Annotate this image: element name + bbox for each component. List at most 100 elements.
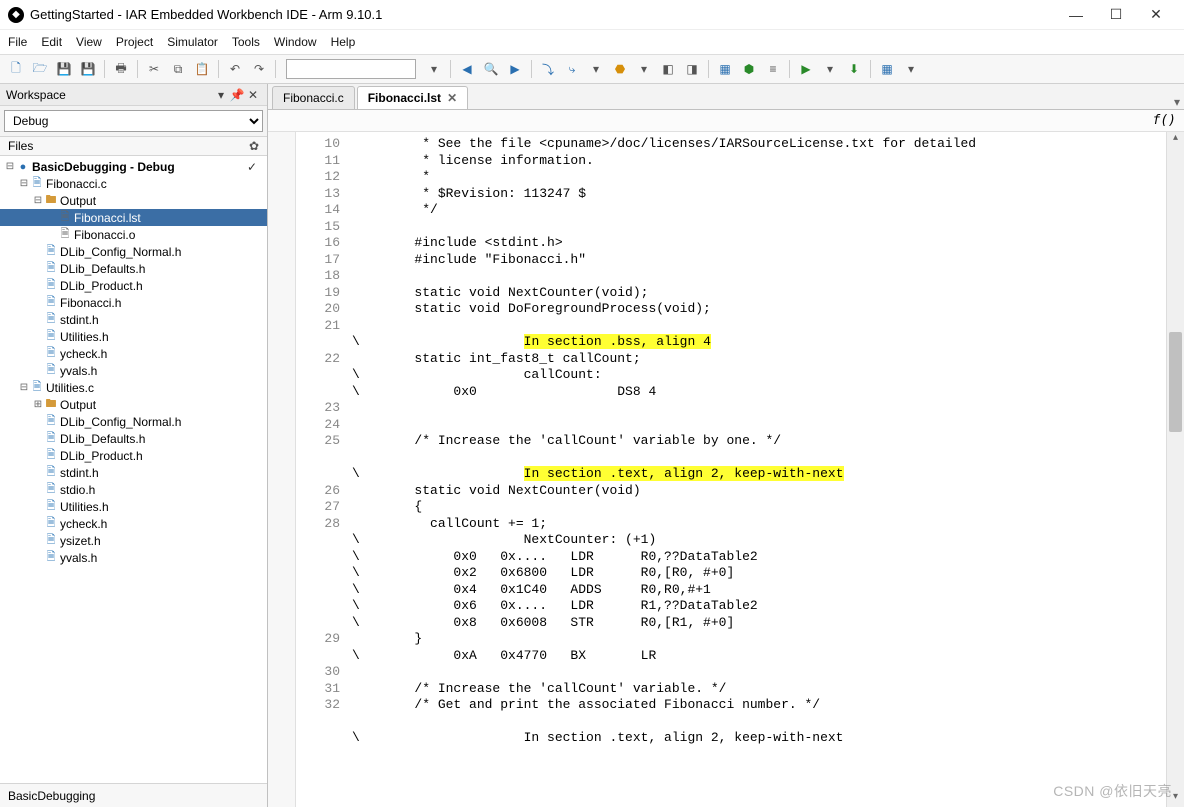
menu-project[interactable]: Project — [116, 35, 153, 49]
search-combo[interactable] — [286, 59, 416, 79]
tree-row[interactable]: ⊟🖿Output — [0, 192, 267, 209]
function-list-icon[interactable]: f() — [1153, 113, 1184, 128]
code-wrap: 10 * See the file <cpuname>/doc/licenses… — [268, 132, 1184, 807]
step-into-icon[interactable]: ⤵ — [538, 59, 558, 79]
paste-icon[interactable]: 📋 — [192, 59, 212, 79]
tree-row[interactable]: ⊟🗎Fibonacci.c — [0, 175, 267, 192]
tree-row[interactable]: 🗎stdint.h — [0, 311, 267, 328]
tree-label: DLib_Product.h — [60, 449, 143, 463]
save-icon[interactable]: 💾 — [54, 59, 74, 79]
download-icon[interactable]: ⬇ — [844, 59, 864, 79]
scroll-down-icon[interactable]: ▾ — [1167, 791, 1184, 807]
save-all-icon[interactable]: 💾 — [78, 59, 98, 79]
breakpoint-gutter[interactable] — [268, 132, 296, 807]
tree-row[interactable]: ⊟🗎Utilities.c — [0, 379, 267, 396]
tree-row[interactable]: 🗎DLib_Product.h — [0, 277, 267, 294]
gear-icon[interactable]: ✿ — [249, 139, 259, 153]
run-icon[interactable]: ▶ — [796, 59, 816, 79]
chevron-down-icon[interactable]: ▾ — [820, 59, 840, 79]
tree-row[interactable]: 🗎yvals.h — [0, 549, 267, 566]
tree-row[interactable]: 🗎DLib_Config_Normal.h — [0, 243, 267, 260]
build-icon[interactable]: ▦ — [715, 59, 735, 79]
menu-help[interactable]: Help — [331, 35, 356, 49]
maximize-button[interactable]: ☐ — [1096, 6, 1136, 23]
dropdown-icon[interactable]: ▾ — [213, 88, 229, 102]
workspace-footer-tab[interactable]: BasicDebugging — [0, 783, 267, 807]
step-over-icon[interactable]: ⤷ — [562, 59, 582, 79]
panel-icon[interactable]: ◧ — [658, 59, 678, 79]
menu-window[interactable]: Window — [274, 35, 317, 49]
open-file-icon[interactable]: 🗁 — [30, 59, 50, 79]
tree-row[interactable]: 🗎stdio.h — [0, 481, 267, 498]
panel-icon[interactable]: ◨ — [682, 59, 702, 79]
tree-row[interactable]: 🗎DLib_Product.h — [0, 447, 267, 464]
menubar: File Edit View Project Simulator Tools Window H… — [0, 30, 1184, 54]
editor-tab[interactable]: Fibonacci.c — [272, 86, 355, 109]
tree-row[interactable]: 🗎ysizet.h — [0, 532, 267, 549]
chevron-down-icon[interactable]: ▾ — [901, 59, 921, 79]
cut-icon[interactable]: ✂ — [144, 59, 164, 79]
tree-row[interactable]: 🗎DLib_Config_Normal.h — [0, 413, 267, 430]
file-tree[interactable]: ⊟●BasicDebugging - Debug✓⊟🗎Fibonacci.c⊟🖿… — [0, 156, 267, 783]
nav-forward-icon[interactable]: ▶ — [505, 59, 525, 79]
new-file-icon[interactable]: 🗋 — [6, 59, 26, 79]
menu-tools[interactable]: Tools — [232, 35, 260, 49]
tree-row[interactable]: 🗎ycheck.h — [0, 515, 267, 532]
scrollbar-thumb[interactable] — [1169, 332, 1182, 432]
expand-icon[interactable]: ⊞ — [32, 399, 44, 410]
grid-icon[interactable]: ▦ — [877, 59, 897, 79]
redo-icon[interactable]: ↷ — [249, 59, 269, 79]
tabbar-dropdown-icon[interactable]: ▾ — [1174, 95, 1180, 109]
tree-row[interactable]: ⊞🖿Output — [0, 396, 267, 413]
pin-icon[interactable]: 📌 — [229, 88, 245, 102]
menu-simulator[interactable]: Simulator — [167, 35, 218, 49]
expand-icon[interactable]: ⊟ — [32, 195, 44, 206]
code-line: 20 static void DoForegroundProcess(void)… — [304, 301, 1166, 318]
minimize-button[interactable]: — — [1056, 7, 1096, 23]
tree-row[interactable]: 🗎DLib_Defaults.h — [0, 430, 267, 447]
config-combo[interactable]: Debug — [4, 110, 263, 132]
undo-icon[interactable]: ↶ — [225, 59, 245, 79]
breakpoint-icon[interactable]: ⬣ — [610, 59, 630, 79]
chevron-down-icon[interactable]: ▾ — [586, 59, 606, 79]
menu-file[interactable]: File — [8, 35, 27, 49]
check-icon: ✓ — [247, 160, 263, 174]
cube-icon[interactable]: ⬢ — [739, 59, 759, 79]
close-icon[interactable]: ✕ — [245, 88, 261, 102]
tree-label: Utilities.c — [46, 381, 94, 395]
list-icon[interactable]: ≡ — [763, 59, 783, 79]
tree-row[interactable]: 🗎Fibonacci.o — [0, 226, 267, 243]
tree-row[interactable]: 🗎DLib_Defaults.h — [0, 260, 267, 277]
menu-edit[interactable]: Edit — [41, 35, 62, 49]
nav-back-icon[interactable]: ◀ — [457, 59, 477, 79]
code-line: 26 static void NextCounter(void) — [304, 483, 1166, 500]
vertical-scrollbar[interactable]: ▴ ▾ — [1166, 132, 1184, 807]
code-line: 12 * — [304, 169, 1166, 186]
code-line: \ 0x4 0x1C40 ADDS R0,R0,#+1 — [304, 582, 1166, 599]
close-button[interactable]: ✕ — [1136, 6, 1176, 23]
chevron-down-icon[interactable]: ▾ — [424, 59, 444, 79]
scroll-up-icon[interactable]: ▴ — [1167, 132, 1184, 148]
copy-icon[interactable]: ⧉ — [168, 59, 188, 79]
expand-icon[interactable]: ⊟ — [4, 161, 16, 172]
tree-row[interactable]: 🗎Fibonacci.h — [0, 294, 267, 311]
find-icon[interactable]: 🔍 — [481, 59, 501, 79]
close-icon[interactable]: ✕ — [447, 91, 457, 105]
expand-icon[interactable]: ⊟ — [18, 382, 30, 393]
tree-row[interactable]: 🗎Fibonacci.lst — [0, 209, 267, 226]
tree-row[interactable]: 🗎Utilities.h — [0, 328, 267, 345]
print-icon[interactable]: 🖶 — [111, 59, 131, 79]
config-select[interactable]: Debug — [4, 110, 263, 132]
toolbar-separator — [275, 60, 276, 78]
tree-row[interactable]: 🗎Utilities.h — [0, 498, 267, 515]
menu-view[interactable]: View — [76, 35, 102, 49]
chevron-down-icon[interactable]: ▾ — [634, 59, 654, 79]
tree-label: stdint.h — [60, 466, 99, 480]
tree-row[interactable]: ⊟●BasicDebugging - Debug✓ — [0, 158, 267, 175]
tree-row[interactable]: 🗎yvals.h — [0, 362, 267, 379]
tree-row[interactable]: 🗎stdint.h — [0, 464, 267, 481]
expand-icon[interactable]: ⊟ — [18, 178, 30, 189]
tree-row[interactable]: 🗎ycheck.h — [0, 345, 267, 362]
code-editor[interactable]: 10 * See the file <cpuname>/doc/licenses… — [296, 132, 1166, 807]
editor-tab[interactable]: Fibonacci.lst✕ — [357, 86, 468, 109]
